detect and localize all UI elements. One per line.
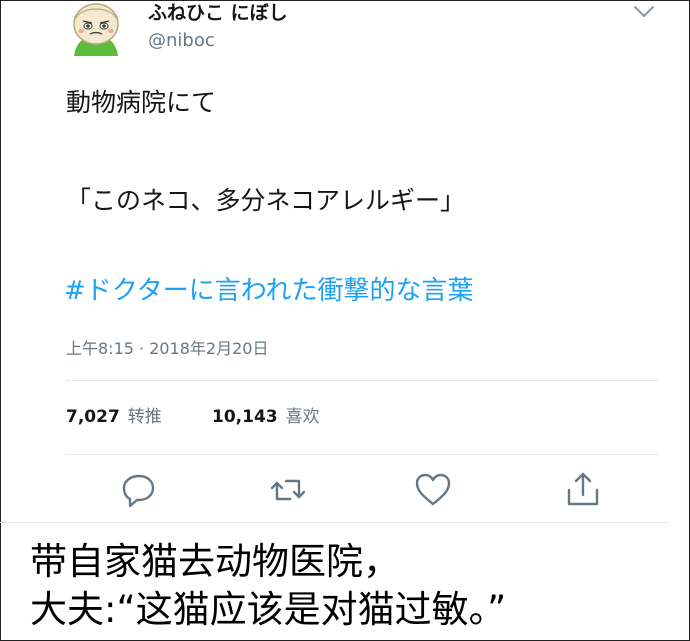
share-icon[interactable] <box>563 470 603 510</box>
caption-line-2: 大夫:“这猫应该是对猫过敏。” <box>30 588 507 631</box>
tweet-timestamp[interactable]: 上午8:15 · 2018年2月20日 <box>66 338 268 360</box>
retweet-icon[interactable] <box>268 470 308 510</box>
author-display-name[interactable]: ふねひこ にぼし <box>148 2 288 24</box>
avatar[interactable] <box>66 0 126 56</box>
tweet-text-line-1: 動物病院にて <box>66 88 217 117</box>
caption-line-1: 带自家猫去动物医院， <box>30 540 400 583</box>
divider <box>0 522 670 523</box>
retweet-stat[interactable]: 7,027 转推 <box>66 406 162 428</box>
chevron-down-icon[interactable] <box>632 4 656 20</box>
retweet-label: 转推 <box>127 407 162 427</box>
retweet-count: 7,027 <box>66 407 120 427</box>
hashtag-link[interactable]: #ドクターに言われた衝撃的な言葉 <box>64 274 473 308</box>
divider <box>66 454 658 455</box>
tweet-text-line-2: 「このネコ、多分ネコアレルギー」 <box>66 186 466 215</box>
like-count: 10,143 <box>212 407 278 427</box>
like-label: 喜欢 <box>285 407 320 427</box>
divider <box>66 380 658 381</box>
like-icon[interactable] <box>413 470 453 510</box>
like-stat[interactable]: 10,143 喜欢 <box>212 406 320 428</box>
reply-icon[interactable] <box>119 470 159 510</box>
author-handle[interactable]: @niboc <box>148 30 215 52</box>
